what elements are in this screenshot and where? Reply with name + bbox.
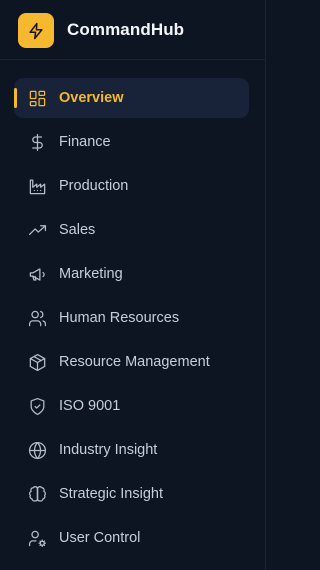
users-icon (27, 308, 47, 328)
brand-header: CommandHub (0, 0, 266, 60)
sidebar-item-sales[interactable]: Sales (0, 208, 266, 252)
sidebar-item-overview[interactable]: Overview (0, 76, 266, 120)
sidebar-item-strategic-insight[interactable]: Strategic Insight (0, 472, 266, 516)
dollar-sign-icon (27, 132, 47, 152)
sidebar-item-iso-9001[interactable]: ISO 9001 (0, 384, 266, 428)
sidebar-item-label: Marketing (59, 266, 123, 282)
globe-icon (27, 440, 47, 460)
active-item-highlight (14, 78, 249, 118)
active-item-indicator (14, 88, 17, 108)
sidebar-item-label: Sales (59, 222, 96, 238)
brand-logo[interactable] (18, 13, 54, 48)
sidebar-item-label: ISO 9001 (59, 398, 121, 414)
user-cog-icon (27, 528, 47, 548)
sidebar-item-label: Resource Management (59, 354, 210, 370)
sidebar-item-industry-insight[interactable]: Industry Insight (0, 428, 266, 472)
sidebar-item-label: Industry Insight (59, 442, 158, 458)
sidebar-item-label: Overview (59, 90, 124, 106)
dashboard-grid-icon (27, 88, 47, 108)
sidebar-item-finance[interactable]: Finance (0, 120, 266, 164)
sidebar-item-production[interactable]: Production (0, 164, 266, 208)
sidebar-item-label: Production (59, 178, 129, 194)
sidebar-item-label: Strategic Insight (59, 486, 163, 502)
trending-up-icon (27, 220, 47, 240)
sidebar: CommandHub Overview Finance Production S… (0, 0, 266, 570)
factory-icon (27, 176, 47, 196)
lightning-bolt-icon (29, 22, 43, 39)
sidebar-item-label: User Control (59, 530, 141, 546)
sidebar-item-resource-management[interactable]: Resource Management (0, 340, 266, 384)
sidebar-item-user-control[interactable]: User Control (0, 516, 266, 560)
megaphone-icon (27, 264, 47, 284)
sidebar-item-marketing[interactable]: Marketing (0, 252, 266, 296)
brain-icon (27, 484, 47, 504)
sidebar-item-label: Finance (59, 134, 111, 150)
sidebar-item-human-resources[interactable]: Human Resources (0, 296, 266, 340)
brand-name: CommandHub (67, 20, 185, 39)
sidebar-nav: Overview Finance Production Sales Market (0, 76, 266, 560)
sidebar-item-label: Human Resources (59, 310, 180, 326)
shield-check-icon (27, 396, 47, 416)
package-box-icon (27, 352, 47, 372)
